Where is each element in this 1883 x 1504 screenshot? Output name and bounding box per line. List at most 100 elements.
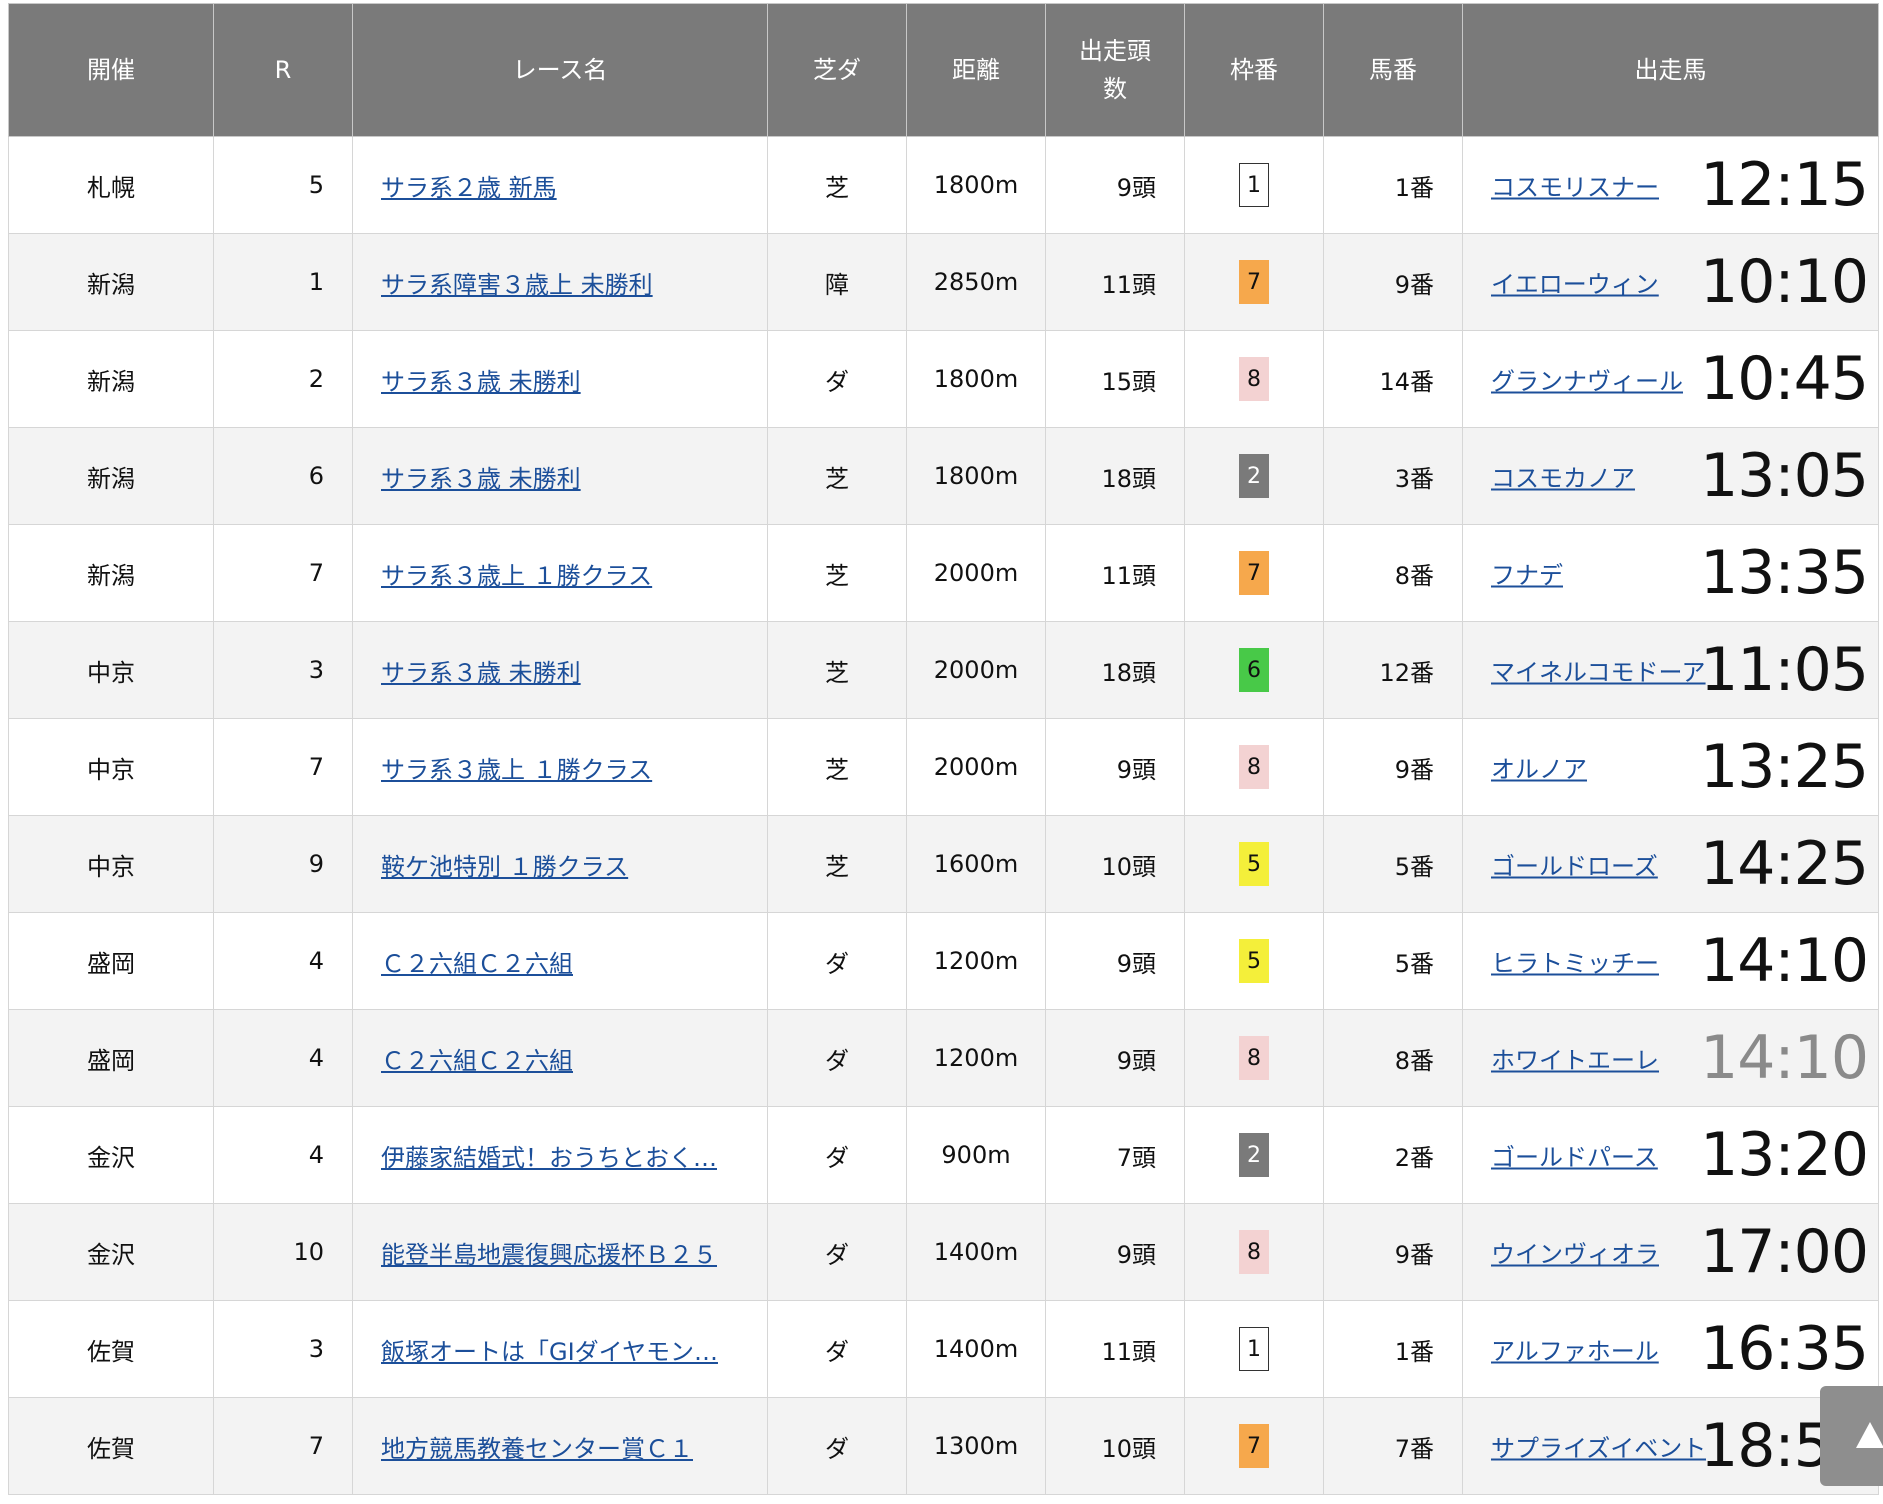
horse-name-link[interactable]: マイネルコモドーア xyxy=(1491,653,1706,688)
horse-name-link[interactable]: コスモカノア xyxy=(1491,459,1635,494)
horse-name-link[interactable]: アルファホール xyxy=(1491,1332,1659,1367)
waku-cell: 7 xyxy=(1184,233,1324,331)
horse-name-link[interactable]: ゴールドパース xyxy=(1491,1138,1658,1173)
race-name-link[interactable]: 地方競馬教養センター賞Ｃ１ xyxy=(381,1429,731,1464)
umaban-cell: 2番 xyxy=(1323,1106,1463,1204)
waku-badge: 5 xyxy=(1239,842,1269,886)
table-row: 新潟 6 サラ系３歳 未勝利 芝 1800m 18頭 2 3番 コスモカノア 13:05 xyxy=(8,427,1879,525)
distance-cell: 1300m xyxy=(906,1397,1046,1495)
race-name-link[interactable]: サラ系３歳上 １勝クラス xyxy=(381,750,731,785)
distance-cell: 1800m xyxy=(906,427,1046,525)
race-name-link[interactable]: サラ系３歳上 １勝クラス xyxy=(381,556,731,591)
waku-badge: 8 xyxy=(1239,1036,1269,1080)
runners-cell: 15頭 xyxy=(1045,330,1185,428)
table-row: 新潟 2 サラ系３歳 未勝利 ダ 1800m 15頭 8 14番 グランナヴィール 10:45 xyxy=(8,330,1879,428)
race-name-link[interactable]: サラ系３歳 未勝利 xyxy=(381,459,731,494)
distance-cell: 1400m xyxy=(906,1203,1046,1301)
venue-cell: 金沢 xyxy=(8,1203,214,1301)
waku-cell: 6 xyxy=(1184,621,1324,719)
race-name-link[interactable]: サラ系障害３歳上 未勝利 xyxy=(381,265,731,300)
race-name-cell: 飯塚オートは「GIダイヤモン… xyxy=(352,1300,768,1398)
race-table-container: 開催 R レース名 芝ダ 距離 出走頭数 枠番 馬番 出走馬 札幌 5 サラ系２歳 … xyxy=(8,3,1879,1495)
horse-cell: イエローウィン 10:10 xyxy=(1462,233,1879,331)
race-name-link[interactable]: 鞍ケ池特別 １勝クラス xyxy=(381,847,731,882)
umaban-cell: 1番 xyxy=(1323,136,1463,234)
race-name-link[interactable]: Ｃ２六組Ｃ２六組 xyxy=(381,1041,731,1076)
venue-cell: 札幌 xyxy=(8,136,214,234)
horse-cell: マイネルコモドーア 11:05 xyxy=(1462,621,1879,719)
distance-cell: 1400m xyxy=(906,1300,1046,1398)
umaban-cell: 9番 xyxy=(1323,718,1463,816)
race-name-cell: サラ系障害３歳上 未勝利 xyxy=(352,233,768,331)
horse-name-link[interactable]: グランナヴィール xyxy=(1491,362,1683,397)
horse-name-link[interactable]: ウインヴィオラ xyxy=(1491,1235,1659,1270)
distance-cell: 2000m xyxy=(906,524,1046,622)
waku-cell: 5 xyxy=(1184,912,1324,1010)
race-number-cell: 4 xyxy=(213,1009,353,1107)
horse-name-link[interactable]: ホワイトエーレ xyxy=(1491,1041,1659,1076)
post-time: 13:25 xyxy=(1700,732,1869,802)
post-time: 14:25 xyxy=(1700,829,1869,899)
race-name-link[interactable]: 能登半島地震復興応援杯Ｂ２５ xyxy=(381,1235,731,1270)
horse-cell: ゴールドローズ 14:25 xyxy=(1462,815,1879,913)
post-time: 13:20 xyxy=(1700,1120,1869,1190)
waku-cell: 7 xyxy=(1184,1397,1324,1495)
horse-name-link[interactable]: イエローウィン xyxy=(1491,265,1659,300)
race-number-cell: 3 xyxy=(213,621,353,719)
runners-cell: 18頭 xyxy=(1045,427,1185,525)
race-number-cell: 10 xyxy=(213,1203,353,1301)
race-number-cell: 2 xyxy=(213,330,353,428)
waku-badge: 2 xyxy=(1239,1133,1269,1177)
horse-cell: コスモリスナー 12:15 xyxy=(1462,136,1879,234)
horse-cell: ホワイトエーレ 14:10 xyxy=(1462,1009,1879,1107)
umaban-cell: 5番 xyxy=(1323,912,1463,1010)
header-race-name: レース名 xyxy=(352,3,768,137)
race-name-cell: Ｃ２六組Ｃ２六組 xyxy=(352,912,768,1010)
distance-cell: 1600m xyxy=(906,815,1046,913)
horse-name-link[interactable]: フナデ xyxy=(1491,556,1563,591)
race-table: 開催 R レース名 芝ダ 距離 出走頭数 枠番 馬番 出走馬 札幌 5 サラ系２歳 … xyxy=(8,3,1879,1495)
race-name-link[interactable]: サラ系３歳 未勝利 xyxy=(381,362,731,397)
table-row: 新潟 1 サラ系障害３歳上 未勝利 障 2850m 11頭 7 9番 イエローウィン 10:10 xyxy=(8,233,1879,331)
runners-cell: 9頭 xyxy=(1045,718,1185,816)
header-runners-label: 出走頭数 xyxy=(1079,37,1151,103)
race-name-link[interactable]: 飯塚オートは「GIダイヤモン… xyxy=(381,1332,731,1367)
horse-cell: コスモカノア 13:05 xyxy=(1462,427,1879,525)
horse-name-link[interactable]: サプライズイベント xyxy=(1491,1429,1706,1464)
race-name-link[interactable]: 伊藤家結婚式！おうちとおく… xyxy=(381,1138,731,1173)
surface-cell: ダ xyxy=(767,1203,907,1301)
runners-cell: 11頭 xyxy=(1045,233,1185,331)
runners-cell: 9頭 xyxy=(1045,136,1185,234)
surface-cell: ダ xyxy=(767,1300,907,1398)
waku-badge: 7 xyxy=(1239,551,1269,595)
venue-cell: 中京 xyxy=(8,718,214,816)
table-row: 盛岡 4 Ｃ２六組Ｃ２六組 ダ 1200m 9頭 8 8番 ホワイトエーレ 14:10 xyxy=(8,1009,1879,1107)
race-name-link[interactable]: Ｃ２六組Ｃ２六組 xyxy=(381,944,731,979)
post-time: 17:00 xyxy=(1700,1217,1869,1287)
runners-cell: 11頭 xyxy=(1045,1300,1185,1398)
horse-name-link[interactable]: ヒラトミッチー xyxy=(1491,944,1659,979)
race-number-cell: 4 xyxy=(213,912,353,1010)
surface-cell: ダ xyxy=(767,1009,907,1107)
race-name-cell: サラ系３歳上 １勝クラス xyxy=(352,718,768,816)
header-surface: 芝ダ xyxy=(767,3,907,137)
scroll-to-top-button[interactable] xyxy=(1820,1386,1883,1486)
waku-cell: 7 xyxy=(1184,524,1324,622)
horse-name-link[interactable]: ゴールドローズ xyxy=(1491,847,1658,882)
race-name-link[interactable]: サラ系２歳 新馬 xyxy=(381,168,731,203)
surface-cell: ダ xyxy=(767,330,907,428)
race-number-cell: 7 xyxy=(213,1397,353,1495)
horse-cell: サプライズイベント 18:50 xyxy=(1462,1397,1879,1495)
horse-name-link[interactable]: オルノア xyxy=(1491,750,1587,785)
surface-cell: 芝 xyxy=(767,621,907,719)
umaban-cell: 8番 xyxy=(1323,524,1463,622)
venue-cell: 新潟 xyxy=(8,427,214,525)
race-name-cell: サラ系３歳上 １勝クラス xyxy=(352,524,768,622)
race-name-link[interactable]: サラ系３歳 未勝利 xyxy=(381,653,731,688)
waku-badge: 8 xyxy=(1239,357,1269,401)
umaban-cell: 9番 xyxy=(1323,233,1463,331)
waku-badge: 8 xyxy=(1239,1230,1269,1274)
venue-cell: 佐賀 xyxy=(8,1300,214,1398)
horse-name-link[interactable]: コスモリスナー xyxy=(1491,168,1659,203)
waku-badge: 7 xyxy=(1239,1424,1269,1468)
